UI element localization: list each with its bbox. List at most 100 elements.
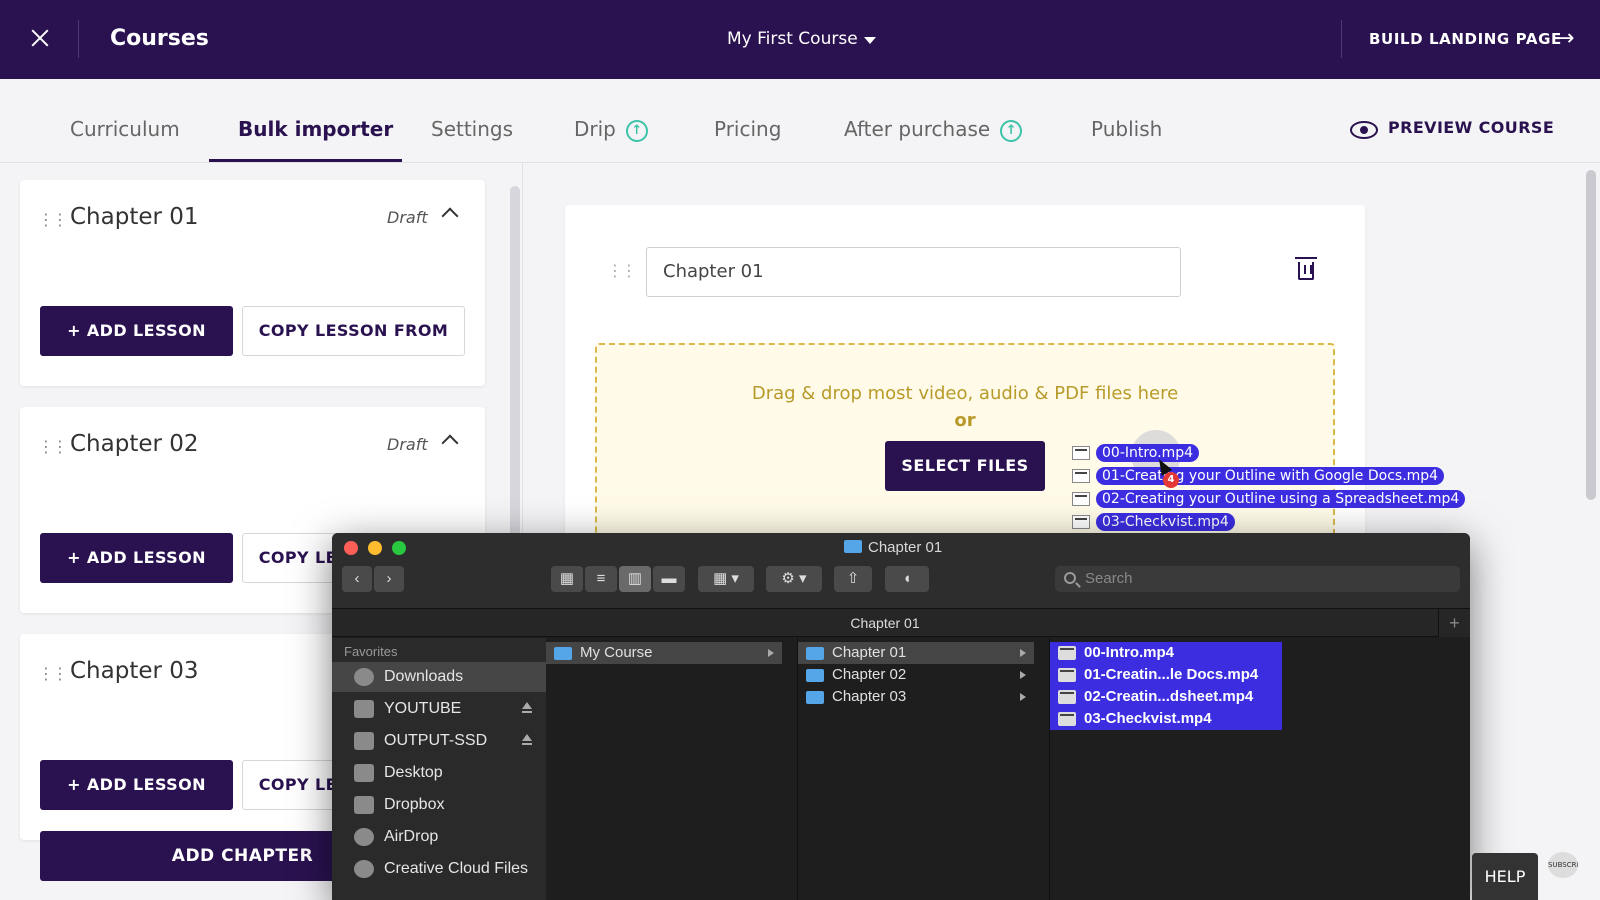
folder-icon — [806, 691, 824, 704]
sidebar-item-label: Downloads — [384, 668, 464, 685]
chapter-title: Chapter 02 — [70, 431, 199, 457]
sidebar-item-output-ssd[interactable]: OUTPUT-SSD — [332, 726, 546, 756]
chevron-right-icon — [1020, 649, 1026, 657]
drag-handle-icon[interactable]: ⋮⋮ — [38, 210, 68, 229]
tab-settings[interactable]: Settings — [431, 117, 513, 141]
icon-view-icon[interactable]: ▦ — [551, 566, 583, 592]
finder-column: My Course — [546, 638, 798, 900]
forward-button[interactable]: › — [374, 566, 404, 592]
path-bar: Chapter 01 — [332, 609, 1438, 637]
eject-icon[interactable] — [522, 702, 532, 713]
status-badge: Draft — [387, 208, 428, 227]
sidebar-item-desktop[interactable]: Desktop — [332, 758, 546, 788]
scrollbar[interactable] — [1586, 170, 1596, 500]
share-icon[interactable]: ⇧ — [834, 566, 872, 592]
sidebar-item-dropbox[interactable]: Dropbox — [332, 790, 546, 820]
search-placeholder: Search — [1085, 570, 1133, 587]
close-icon[interactable] — [28, 26, 52, 50]
drag-handle-icon[interactable]: ⋮⋮ — [607, 261, 637, 280]
chapter-card: ⋮⋮ Chapter 01 Draft + ADD LESSON COPY LE… — [20, 180, 485, 386]
add-lesson-button[interactable]: + ADD LESSON — [40, 760, 233, 810]
sidebar-item-youtube[interactable]: YOUTUBE — [332, 694, 546, 724]
sidebar-item-label: Creative Cloud Files — [384, 860, 529, 877]
drive-icon — [354, 700, 374, 718]
gear-icon[interactable]: ⚙ ▾ — [766, 566, 822, 592]
column-view-icon[interactable]: ▥ — [619, 566, 651, 592]
chevron-down-icon[interactable] — [864, 37, 876, 44]
preview-course-button[interactable]: PREVIEW COURSE — [1388, 118, 1554, 137]
airdrop-icon — [354, 828, 374, 846]
subscribe-button[interactable]: SUBSCRIBE — [1548, 852, 1578, 878]
select-files-button[interactable]: SELECT FILES — [885, 441, 1045, 491]
tab-publish[interactable]: Publish — [1091, 117, 1162, 141]
tab-pricing[interactable]: Pricing — [714, 117, 781, 141]
video-file-icon — [1058, 712, 1076, 726]
trash-icon[interactable] — [1295, 257, 1317, 280]
chevron-up-icon[interactable] — [441, 434, 459, 452]
chevron-right-icon — [1020, 671, 1026, 679]
folder-row[interactable]: My Course — [546, 642, 782, 664]
dragged-file: 01-Creating your Outline with Google Doc… — [1072, 466, 1445, 486]
group-icon[interactable]: ▦ ▾ — [698, 566, 754, 592]
finder-title: Chapter 01 — [844, 539, 942, 556]
gallery-view-icon[interactable]: ▬ — [653, 566, 685, 592]
dragged-file-name: 03-Checkvist.mp4 — [1096, 513, 1235, 531]
sidebar-item-downloads[interactable]: Downloads — [332, 662, 546, 692]
add-tab-icon[interactable]: + — [1438, 609, 1470, 637]
chapter-title: Chapter 01 — [70, 204, 199, 230]
tab-drip[interactable]: Drip ↑ — [574, 117, 648, 142]
desktop-icon — [354, 764, 374, 782]
upgrade-icon: ↑ — [1000, 119, 1023, 142]
list-view-icon[interactable]: ≡ — [585, 566, 617, 592]
sidebar-item-airdrop[interactable]: AirDrop — [332, 822, 546, 852]
search-input[interactable]: Search — [1055, 566, 1460, 592]
chevron-right-icon — [1020, 693, 1026, 701]
build-landing-page-button[interactable]: BUILD LANDING PAGE — [1369, 30, 1562, 48]
folder-row[interactable]: Chapter 03 — [798, 686, 1034, 708]
chevron-up-icon[interactable] — [441, 207, 459, 225]
file-row[interactable]: 01-Creatin...le Docs.mp4 — [1050, 664, 1282, 686]
eye-icon[interactable] — [1350, 121, 1378, 139]
add-lesson-button[interactable]: + ADD LESSON — [40, 306, 233, 356]
folder-row[interactable]: Chapter 01 — [798, 642, 1034, 664]
folder-row[interactable]: Chapter 02 — [798, 664, 1034, 686]
arrow-right-icon[interactable]: → — [1556, 28, 1574, 50]
drag-handle-icon[interactable]: ⋮⋮ — [38, 664, 68, 683]
file-name: 00-Intro.mp4 — [1084, 644, 1175, 661]
course-selector[interactable]: My First Course — [727, 29, 858, 49]
sidebar-item-label: Dropbox — [384, 796, 445, 813]
top-bar: Courses My First Course BUILD LANDING PA… — [0, 0, 1600, 79]
tab-curriculum[interactable]: Curriculum — [70, 117, 180, 141]
sidebar-item-creative-cloud-files[interactable]: Creative Cloud Files — [332, 854, 546, 884]
finder-column: 00-Intro.mp4 01-Creatin...le Docs.mp4 02… — [1050, 638, 1470, 900]
active-tab-indicator — [209, 159, 402, 162]
folder-icon — [806, 647, 824, 660]
dragged-file: 02-Creating your Outline using a Spreads… — [1072, 489, 1466, 509]
zoom-window-icon[interactable] — [392, 541, 406, 555]
chapter-name-input[interactable]: Chapter 01 — [646, 247, 1181, 297]
dragged-file-name: 00-Intro.mp4 — [1096, 444, 1200, 462]
chapter-title: Chapter 03 — [70, 658, 199, 684]
close-window-icon[interactable] — [344, 541, 358, 555]
folder-name: Chapter 01 — [832, 644, 907, 661]
copy-lesson-from-button[interactable]: COPY LESSON FROM — [242, 306, 465, 356]
eject-icon[interactable] — [522, 734, 532, 745]
file-row[interactable]: 03-Checkvist.mp4 — [1050, 708, 1282, 730]
folder-icon — [844, 540, 862, 553]
folder-icon — [554, 647, 572, 660]
minimize-window-icon[interactable] — [368, 541, 382, 555]
drag-handle-icon[interactable]: ⋮⋮ — [38, 437, 68, 456]
tab-bulk-importer[interactable]: Bulk importer — [238, 117, 393, 141]
file-row[interactable]: 02-Creatin...dsheet.mp4 — [1050, 686, 1282, 708]
tag-icon[interactable]: ◖ — [885, 566, 929, 592]
add-lesson-button[interactable]: + ADD LESSON — [40, 533, 233, 583]
file-row[interactable]: 00-Intro.mp4 — [1050, 642, 1282, 664]
video-file-icon — [1072, 492, 1090, 506]
video-file-icon — [1058, 646, 1076, 660]
help-button[interactable]: HELP — [1472, 853, 1538, 900]
dragged-file: 00-Intro.mp4 — [1072, 443, 1200, 463]
divider — [78, 20, 79, 58]
tab-after-purchase[interactable]: After purchase ↑ — [844, 117, 1023, 142]
back-button[interactable]: ‹ — [342, 566, 372, 592]
video-file-icon — [1072, 515, 1090, 529]
